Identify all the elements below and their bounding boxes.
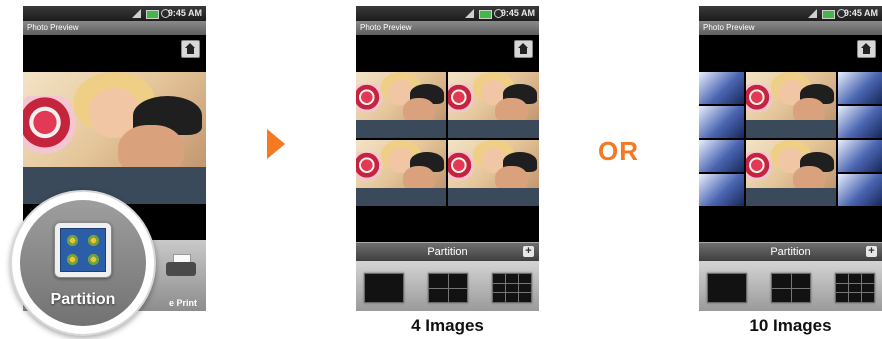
status-time: 9:45 AM [843,8,878,18]
status-icons [465,9,503,19]
status-icons [808,9,846,19]
photo-tile [356,140,446,206]
partition-options [356,261,539,311]
partition-panel-header: Partition + [356,242,539,261]
play-arrow-icon [267,129,285,159]
partition-option-four[interactable] [771,273,811,303]
status-time: 9:45 AM [167,8,202,18]
photo-tile-small [699,72,744,104]
photo-tile-small [838,174,882,206]
photo-tile [448,72,539,138]
screen-title: Photo Preview [23,21,206,35]
preview-photo [23,72,206,204]
small-photo-column-right [838,72,882,206]
signal-icon [465,9,474,18]
partition-icon [54,222,112,278]
partition-panel-title: Partition [427,246,468,258]
status-bar: 9:45 AM [23,6,206,21]
signal-icon [132,9,141,18]
caption-4-images: 4 Images [411,316,484,335]
screen-title: Photo Preview [356,21,539,35]
photo-tile [356,72,446,138]
partition-panel-header: Partition + [699,242,882,261]
photo-tile-small [838,140,882,172]
photo-tile [746,140,836,206]
caption-10-images: 10 Images [749,316,832,335]
signal-icon [808,9,817,18]
partition-option-multi[interactable] [835,273,875,303]
home-icon[interactable] [181,40,200,58]
photo-tile-small [699,106,744,138]
partition-option-single[interactable] [364,273,404,303]
small-photo-column-left [699,72,744,206]
partition-option-multi[interactable] [492,273,532,303]
status-bar: 9:45 AM [699,6,882,21]
photo-tile-small [838,72,882,104]
partition-label: Partition [50,291,116,308]
status-time: 9:45 AM [500,8,535,18]
toolbar-partial-label: e [169,298,175,308]
status-icons [132,9,170,19]
partition-button-magnified[interactable]: Partition [10,190,156,336]
printer-icon[interactable] [164,254,198,280]
screen-title: Photo Preview [699,21,882,35]
photo-tile [746,72,836,138]
home-icon[interactable] [514,40,533,58]
photo-tile [448,140,539,206]
plus-icon[interactable]: + [523,246,534,257]
battery-icon [146,10,159,19]
status-bar: 9:45 AM [356,6,539,21]
partition-option-single[interactable] [707,273,747,303]
or-label: OR [598,136,639,166]
partition-option-four[interactable] [428,273,468,303]
phone-screen-4-images: 9:45 AM Photo Preview Partition + [356,6,539,311]
print-label[interactable]: Print [176,298,197,308]
home-icon[interactable] [857,40,876,58]
partition-panel-title: Partition [770,246,811,258]
photo-tile-small [699,140,744,172]
photo-tile-small [699,174,744,206]
battery-icon [822,10,835,19]
partition-options [699,261,882,311]
plus-icon[interactable]: + [866,246,877,257]
battery-icon [479,10,492,19]
photo-tile-small [838,106,882,138]
phone-screen-10-images: 9:45 AM Photo Preview Partition + [699,6,882,311]
